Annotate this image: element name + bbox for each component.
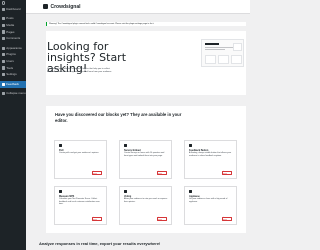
- card-description: Calculate your Net Promoter Score. Colle…: [59, 198, 100, 206]
- main-content: Crowdsignal Warning! The Crowdsignal plu…: [26, 0, 250, 250]
- crowdsignal-logo-icon: [43, 4, 48, 9]
- learn-more-button[interactable]: Learn more: [222, 217, 232, 221]
- sidebar-item-pages[interactable]: Pages: [0, 29, 26, 36]
- sidebar-item-settings[interactable]: Settings: [0, 71, 26, 78]
- sidebar-item-tools[interactable]: Tools: [0, 65, 26, 72]
- sidebar-item-label: Tools: [6, 65, 14, 70]
- card-description: Create surveys or forms with 14 question…: [124, 152, 165, 157]
- feedback-button-icon: [189, 144, 192, 147]
- sidebar-item-label: Plugins: [6, 52, 16, 57]
- comment-icon: [1, 37, 5, 41]
- warning-notice: Warning! The Crowdsignal plugin cannot f…: [46, 21, 246, 27]
- brush-icon: [1, 46, 5, 50]
- editor-preview-image: [201, 39, 244, 67]
- hero-description: Crowdsignal is a collection of powerful …: [47, 67, 112, 73]
- block-card-feedback-button: Feedback Button A floating, always visib…: [184, 140, 237, 179]
- block-card-measure-nps: Measure NPS Calculate your Net Promoter …: [54, 186, 107, 225]
- card-description: Create polls and get your audience's opi…: [59, 152, 99, 154]
- feedback-icon: [1, 82, 5, 86]
- notice-text: Warning! The Crowdsignal plugin cannot f…: [49, 22, 154, 25]
- nps-icon: [59, 190, 62, 193]
- pin-icon: [1, 17, 5, 21]
- admin-sidebar: Dashboard Posts Media Pages Comments App…: [0, 0, 26, 250]
- sidebar-item-comments[interactable]: Comments: [0, 35, 26, 42]
- poll-icon: [59, 144, 62, 147]
- applause-icon: [189, 190, 192, 193]
- learn-more-button[interactable]: Learn more: [92, 171, 102, 175]
- collapse-icon: [1, 92, 5, 96]
- survey-icon: [124, 144, 127, 147]
- brand-name: Crowdsignal: [50, 3, 81, 10]
- sidebar-item-media[interactable]: Media: [0, 22, 26, 29]
- voting-icon: [124, 190, 127, 193]
- card-description: Allow your audience to rate your work or…: [124, 198, 168, 203]
- sidebar-item-posts[interactable]: Posts: [0, 16, 26, 23]
- sidebar-item-dashboard[interactable]: Dashboard: [0, 6, 26, 13]
- learn-more-button[interactable]: Learn more: [92, 217, 102, 221]
- block-card-applause: Applause Let your audience cheer with a …: [184, 186, 237, 225]
- hero-panel: Looking for insights? Start asking! Crow…: [46, 31, 246, 95]
- plugin-header: Crowdsignal: [26, 0, 250, 14]
- analyze-section-title: Analyze responses in real time, export y…: [39, 241, 161, 246]
- block-card-voting: Voting Allow your audience to rate your …: [119, 186, 172, 225]
- sidebar-item-label: Users: [6, 59, 14, 63]
- learn-more-button[interactable]: Learn more: [222, 171, 232, 175]
- block-card-survey-embed: Survey Embed Create surveys or forms wit…: [119, 140, 172, 179]
- sidebar-item-label: Pages: [6, 29, 15, 34]
- sidebar-item-appearance[interactable]: Appearance: [0, 45, 26, 52]
- blocks-title: Have you discovered our blocks yet? They…: [55, 112, 182, 123]
- sidebar-item-label: Appearance: [6, 45, 22, 50]
- wordpress-icon: [2, 1, 6, 5]
- settings-icon: [1, 73, 5, 77]
- page-icon: [1, 30, 5, 34]
- sidebar-collapse-menu[interactable]: Collapse menu: [0, 91, 26, 98]
- sidebar-item-label: Collapse menu: [6, 91, 26, 96]
- media-icon: [1, 23, 5, 28]
- card-description: A floating, always visible button that a…: [189, 152, 232, 157]
- learn-more-button[interactable]: Learn more: [157, 171, 167, 175]
- card-description: Let your audience cheer with a big round…: [189, 198, 228, 203]
- sidebar-item-label: Dashboard: [6, 6, 21, 11]
- block-card-poll: Poll Create polls and get your audience'…: [54, 140, 107, 179]
- sidebar-item-label: Comments: [6, 36, 21, 41]
- sidebar-item-label: Media: [6, 23, 15, 28]
- blocks-panel: Have you discovered our blocks yet? They…: [46, 106, 246, 233]
- sidebar-item-label: Feedback: [6, 81, 19, 86]
- sidebar-item-users[interactable]: Users: [0, 58, 26, 65]
- learn-more-button[interactable]: Learn more: [157, 217, 167, 221]
- sidebar-item-label: Settings: [6, 72, 17, 77]
- plugin-icon: [1, 53, 5, 57]
- dashboard-icon: [1, 7, 5, 11]
- sidebar-item-plugins[interactable]: Plugins: [0, 52, 26, 59]
- sidebar-item-label: Posts: [6, 16, 14, 21]
- wrench-icon: [1, 66, 5, 70]
- users-icon: [1, 59, 5, 64]
- sidebar-item-feedback[interactable]: Feedback: [0, 80, 26, 88]
